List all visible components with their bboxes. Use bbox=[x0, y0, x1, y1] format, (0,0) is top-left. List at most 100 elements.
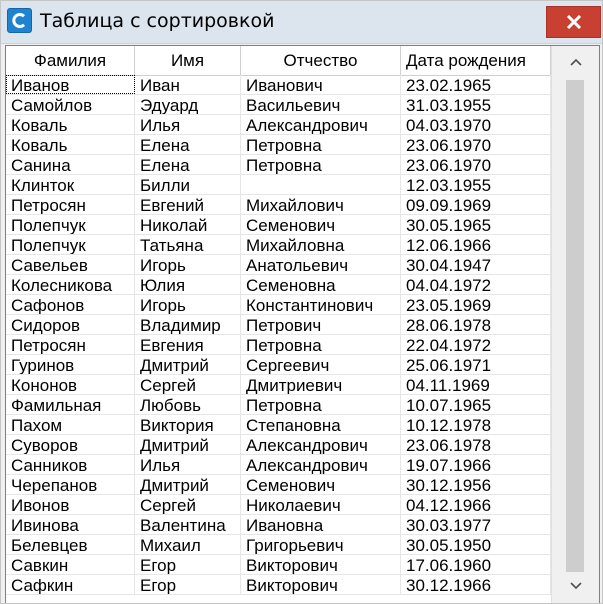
cell-birthdate[interactable]: 30.03.1977 bbox=[401, 515, 551, 534]
column-header-patronymic[interactable]: Отчество bbox=[241, 46, 401, 75]
cell-birthdate[interactable]: 12.03.1955 bbox=[401, 175, 551, 194]
cell-birthdate[interactable]: 30.04.1947 bbox=[401, 255, 551, 274]
cell-surname[interactable]: Самойлов bbox=[6, 95, 135, 114]
table-row[interactable]: Ивинова Валентина Ивановна 30.03.1977 bbox=[6, 515, 551, 535]
cell-name[interactable]: Егор bbox=[135, 575, 241, 594]
cell-patronymic[interactable]: Александрович bbox=[241, 115, 401, 134]
column-header-name[interactable]: Имя bbox=[135, 46, 241, 75]
cell-surname[interactable]: Сафкин bbox=[6, 575, 135, 594]
cell-patronymic[interactable]: Михайловна bbox=[241, 235, 401, 254]
cell-name[interactable]: Билли bbox=[135, 175, 241, 194]
cell-birthdate[interactable]: 04.11.1969 bbox=[401, 375, 551, 394]
cell-surname[interactable]: Ивинова bbox=[6, 515, 135, 534]
cell-surname[interactable]: Полепчук bbox=[6, 215, 135, 234]
cell-birthdate[interactable]: 23.06.1978 bbox=[401, 435, 551, 454]
cell-name[interactable]: Дмитрий bbox=[135, 435, 241, 454]
cell-surname[interactable]: Коваль bbox=[6, 115, 135, 134]
table-row[interactable]: Санина Елена Петровна 23.06.1970 bbox=[6, 155, 551, 175]
table-row[interactable]: Иванов Иван Иванович 23.02.1965 bbox=[6, 75, 551, 95]
cell-name[interactable]: Сергей bbox=[135, 375, 241, 394]
cell-patronymic[interactable]: Михайлович bbox=[241, 195, 401, 214]
cell-birthdate[interactable]: 12.06.1966 bbox=[401, 235, 551, 254]
cell-birthdate[interactable]: 22.04.1972 bbox=[401, 335, 551, 354]
cell-birthdate[interactable]: 28.06.1978 bbox=[401, 315, 551, 334]
cell-patronymic[interactable]: Ивановна bbox=[241, 515, 401, 534]
table-row[interactable]: Коваль Елена Петровна 23.06.1970 bbox=[6, 135, 551, 155]
data-grid[interactable]: Фамилия Имя Отчество Дата рождения Ивано… bbox=[5, 45, 600, 603]
cell-name[interactable]: Валентина bbox=[135, 515, 241, 534]
cell-name[interactable]: Игорь bbox=[135, 255, 241, 274]
cell-surname[interactable]: Фамильная bbox=[6, 395, 135, 414]
cell-patronymic[interactable]: Константинович bbox=[241, 295, 401, 314]
vertical-scrollbar[interactable] bbox=[551, 46, 599, 603]
table-row[interactable]: Колесникова Юлия Семеновна 04.04.1972 bbox=[6, 275, 551, 295]
table-row[interactable]: Ивонов Сергей Николаевич 04.12.1966 bbox=[6, 495, 551, 515]
scroll-thumb[interactable] bbox=[566, 80, 584, 572]
table-row[interactable]: Савкин Егор Викторович 17.06.1960 bbox=[6, 555, 551, 575]
cell-name[interactable]: Илья bbox=[135, 115, 241, 134]
table-row[interactable]: Коваль Илья Александрович 04.03.1970 bbox=[6, 115, 551, 135]
cell-birthdate[interactable]: 04.03.1970 bbox=[401, 115, 551, 134]
cell-patronymic[interactable]: Петровна bbox=[241, 395, 401, 414]
cell-birthdate[interactable]: 04.12.1966 bbox=[401, 495, 551, 514]
column-header-surname[interactable]: Фамилия bbox=[6, 46, 135, 75]
table-row[interactable]: Суворов Дмитрий Александрович 23.06.1978 bbox=[6, 435, 551, 455]
cell-birthdate[interactable]: 04.04.1972 bbox=[401, 275, 551, 294]
table-row[interactable]: Санников Илья Александрович 19.07.1966 bbox=[6, 455, 551, 475]
cell-name[interactable]: Елена bbox=[135, 155, 241, 174]
cell-patronymic[interactable]: Александрович bbox=[241, 455, 401, 474]
cell-name[interactable]: Игорь bbox=[135, 295, 241, 314]
cell-surname[interactable]: Савкин bbox=[6, 555, 135, 574]
table-row[interactable]: Сафонов Игорь Константинович 23.05.1969 bbox=[6, 295, 551, 315]
cell-name[interactable]: Егор bbox=[135, 555, 241, 574]
cell-name[interactable]: Дмитрий bbox=[135, 475, 241, 494]
scroll-up-button[interactable] bbox=[552, 46, 599, 80]
table-row[interactable]: Фамильная Любовь Петровна 10.07.1965 bbox=[6, 395, 551, 415]
cell-birthdate[interactable]: 30.12.1966 bbox=[401, 575, 551, 594]
cell-patronymic[interactable]: Викторович bbox=[241, 555, 401, 574]
cell-patronymic[interactable]: Степановна bbox=[241, 415, 401, 434]
table-row[interactable]: Сидоров Владимир Петрович 28.06.1978 bbox=[6, 315, 551, 335]
cell-patronymic[interactable]: Петровна bbox=[241, 135, 401, 154]
cell-birthdate[interactable]: 10.07.1965 bbox=[401, 395, 551, 414]
cell-name[interactable]: Сергей bbox=[135, 495, 241, 514]
table-row[interactable]: Белевцев Михаил Григорьевич 30.05.1950 bbox=[6, 535, 551, 555]
table-row[interactable]: Петросян Евгения Петровна 22.04.1972 bbox=[6, 335, 551, 355]
cell-birthdate[interactable]: 23.06.1970 bbox=[401, 135, 551, 154]
cell-surname[interactable]: Суворов bbox=[6, 435, 135, 454]
cell-patronymic[interactable]: Николаевич bbox=[241, 495, 401, 514]
cell-name[interactable]: Евгений bbox=[135, 195, 241, 214]
cell-surname[interactable]: Савельев bbox=[6, 255, 135, 274]
cell-surname[interactable]: Колесникова bbox=[6, 275, 135, 294]
cell-birthdate[interactable]: 10.12.1978 bbox=[401, 415, 551, 434]
cell-surname[interactable]: Санников bbox=[6, 455, 135, 474]
table-row[interactable]: Самойлов Эдуард Васильевич 31.03.1955 bbox=[6, 95, 551, 115]
cell-surname[interactable]: Гуринов bbox=[6, 355, 135, 374]
cell-patronymic[interactable]: Александрович bbox=[241, 435, 401, 454]
cell-patronymic[interactable]: Семенович bbox=[241, 475, 401, 494]
cell-surname[interactable]: Кононов bbox=[6, 375, 135, 394]
cell-surname[interactable]: Полепчук bbox=[6, 235, 135, 254]
cell-surname[interactable]: Ивонов bbox=[6, 495, 135, 514]
cell-patronymic[interactable]: Дмитриевич bbox=[241, 375, 401, 394]
cell-surname[interactable]: Пахом bbox=[6, 415, 135, 434]
cell-surname[interactable]: Белевцев bbox=[6, 535, 135, 554]
cell-birthdate[interactable]: 25.06.1971 bbox=[401, 355, 551, 374]
cell-name[interactable]: Виктория bbox=[135, 415, 241, 434]
table-row[interactable]: Петросян Евгений Михайлович 09.09.1969 bbox=[6, 195, 551, 215]
cell-patronymic[interactable]: Викторович bbox=[241, 575, 401, 594]
cell-patronymic[interactable]: Григорьевич bbox=[241, 535, 401, 554]
cell-surname[interactable]: Клинток bbox=[6, 175, 135, 194]
cell-name[interactable]: Татьяна bbox=[135, 235, 241, 254]
cell-surname[interactable]: Петросян bbox=[6, 335, 135, 354]
cell-birthdate[interactable]: 30.05.1950 bbox=[401, 535, 551, 554]
cell-patronymic[interactable]: Петровна bbox=[241, 155, 401, 174]
close-button[interactable] bbox=[546, 6, 601, 38]
cell-name[interactable]: Дмитрий bbox=[135, 355, 241, 374]
cell-name[interactable]: Эдуард bbox=[135, 95, 241, 114]
cell-name[interactable]: Юлия bbox=[135, 275, 241, 294]
cell-birthdate[interactable]: 09.09.1969 bbox=[401, 195, 551, 214]
scroll-down-button[interactable] bbox=[552, 570, 599, 603]
table-row[interactable]: Клинток Билли 12.03.1955 bbox=[6, 175, 551, 195]
cell-name[interactable]: Любовь bbox=[135, 395, 241, 414]
